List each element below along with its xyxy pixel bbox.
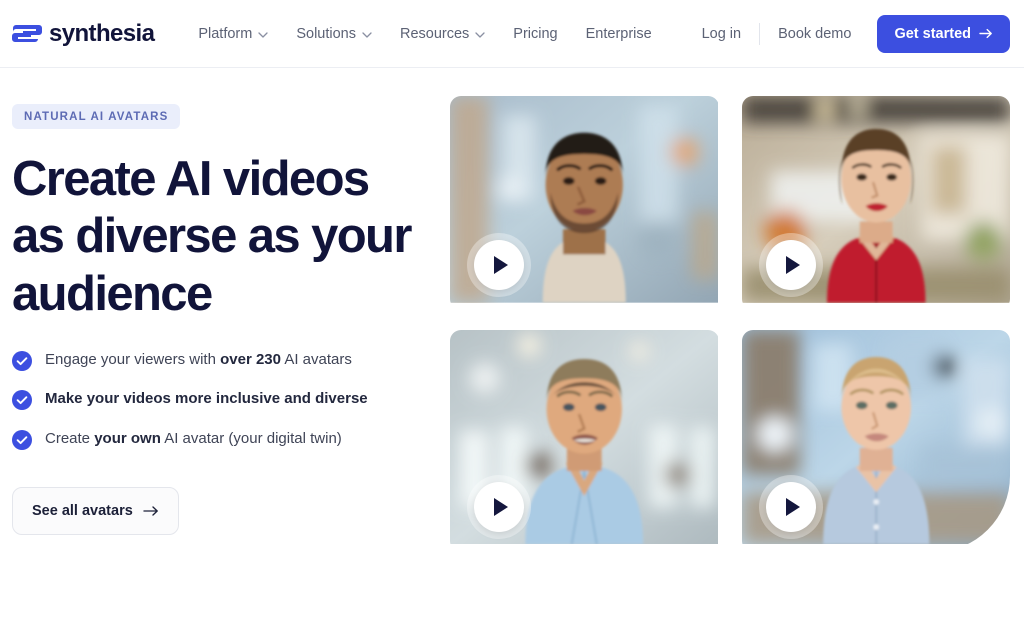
avatar-card-grid <box>450 96 1010 636</box>
synthesia-logo-icon <box>12 24 42 42</box>
avatar-card-4[interactable] <box>741 330 1011 552</box>
list-item-text: Make your videos more inclusive and dive… <box>45 390 368 408</box>
list-item-text: Create your own AI avatar (your digital … <box>45 429 342 447</box>
check-circle-icon <box>12 429 32 450</box>
play-button[interactable] <box>474 240 524 290</box>
list-item: Create your own AI avatar (your digital … <box>12 428 372 451</box>
see-all-avatars-button[interactable]: See all avatars <box>12 487 179 536</box>
play-button[interactable] <box>765 482 816 532</box>
book-demo-link[interactable]: Book demo <box>762 18 867 50</box>
nav-item-resources[interactable]: Resources <box>386 18 499 50</box>
logo[interactable]: synthesia <box>12 19 155 48</box>
chevron-down-icon <box>475 31 485 38</box>
nav-item-label: Solutions <box>296 25 356 42</box>
nav-item-label: Platform <box>198 25 253 42</box>
hero-section: NATURAL AI AVATARS Create AI videos as d… <box>0 68 1024 636</box>
get-started-button[interactable]: Get started <box>877 14 1010 53</box>
logo-text: synthesia <box>49 19 155 47</box>
nav-item-label: Pricing <box>513 25 558 42</box>
play-icon <box>494 256 508 274</box>
nav-item-platform[interactable]: Platform <box>184 18 282 50</box>
play-icon <box>785 498 800 516</box>
avatar-card-2[interactable] <box>741 96 1011 310</box>
see-all-avatars-label: See all avatars <box>32 503 133 520</box>
avatar-card-1[interactable] <box>450 96 719 310</box>
hero-benefit-list: Engage your viewers with over 230 AI ava… <box>12 349 430 451</box>
login-link[interactable]: Log in <box>686 18 758 50</box>
main-nav: Platform Solutions Resources Pricing Ent… <box>184 18 665 50</box>
hero-text-column: NATURAL AI AVATARS Create AI videos as d… <box>12 96 430 636</box>
header-divider <box>759 22 761 45</box>
arrow-right-icon <box>979 28 992 39</box>
nav-item-pricing[interactable]: Pricing <box>499 18 571 50</box>
page-title: Create AI videos as diverse as your audi… <box>12 152 412 321</box>
list-item: Make your videos more inclusive and dive… <box>12 388 372 411</box>
site-header: synthesia Platform Solutions Resources P… <box>0 0 1024 68</box>
check-circle-icon <box>12 390 32 411</box>
nav-item-label: Enterprise <box>585 25 652 42</box>
play-button[interactable] <box>474 482 524 532</box>
list-item: Engage your viewers with over 230 AI ava… <box>12 349 372 372</box>
list-item-text: Engage your viewers with over 230 AI ava… <box>45 350 352 368</box>
nav-item-enterprise[interactable]: Enterprise <box>572 18 666 50</box>
header-actions: Log in Book demo Get started <box>686 14 1010 53</box>
chevron-down-icon <box>362 31 372 38</box>
check-circle-icon <box>12 350 32 371</box>
get-started-label: Get started <box>894 25 971 42</box>
nav-item-label: Resources <box>399 25 470 42</box>
arrow-right-icon <box>143 506 158 517</box>
play-icon <box>785 256 800 274</box>
hero-badge: NATURAL AI AVATARS <box>12 104 181 129</box>
avatar-card-3[interactable] <box>450 330 719 552</box>
nav-item-solutions[interactable]: Solutions <box>282 18 386 50</box>
chevron-down-icon <box>258 31 268 38</box>
play-icon <box>494 498 508 516</box>
play-button[interactable] <box>765 240 816 290</box>
